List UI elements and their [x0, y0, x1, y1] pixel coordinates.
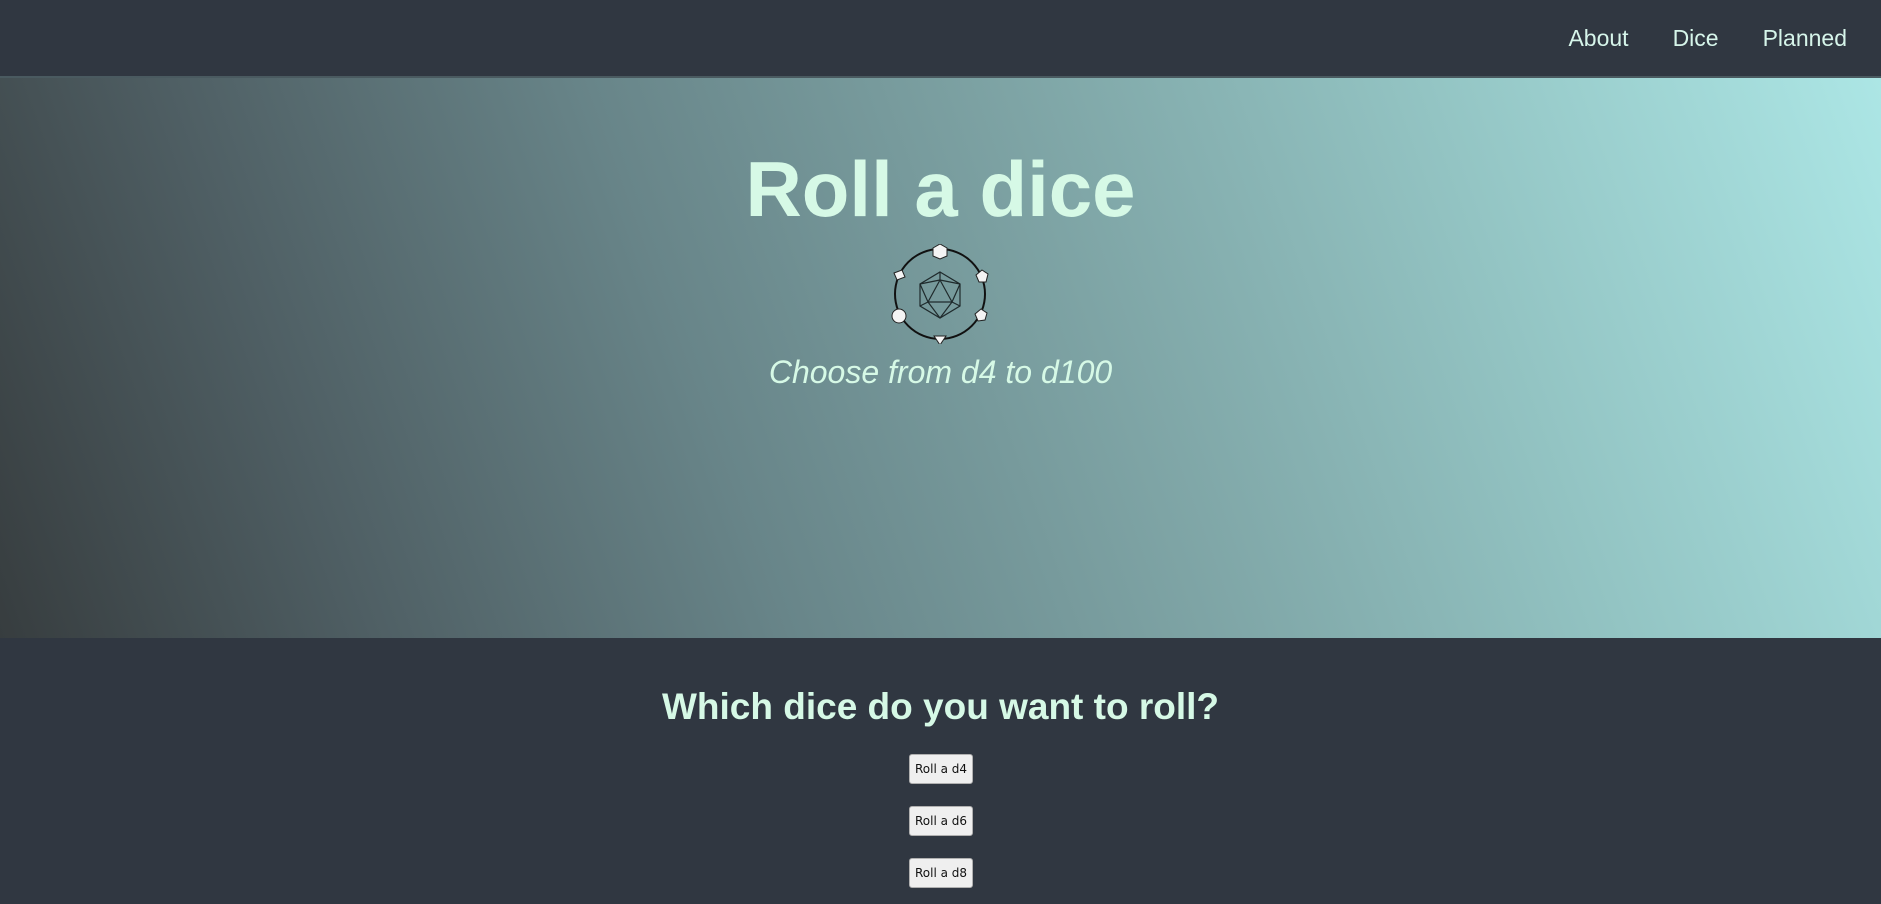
hero-subtitle: Choose from d4 to d100	[768, 354, 1113, 390]
nav-links: About Dice Planned	[1568, 0, 1847, 76]
nav-link-planned[interactable]: Planned	[1763, 25, 1847, 52]
dice-selection-section: Which dice do you want to roll? Roll a d…	[0, 638, 1881, 904]
dice-set-icon	[891, 244, 989, 344]
roll-d8-button[interactable]: Roll a d8	[909, 858, 973, 888]
hero-title: Roll a dice	[745, 145, 1136, 233]
navbar: About Dice Planned	[0, 0, 1881, 78]
roll-d6-button[interactable]: Roll a d6	[909, 806, 973, 836]
roll-d4-button[interactable]: Roll a d4	[909, 754, 973, 784]
hero-banner: Roll a dice Choose from d4 to d100	[0, 78, 1881, 638]
nav-link-dice[interactable]: Dice	[1673, 25, 1719, 52]
nav-link-about[interactable]: About	[1568, 25, 1628, 52]
section-title: Which dice do you want to roll?	[661, 686, 1220, 727]
